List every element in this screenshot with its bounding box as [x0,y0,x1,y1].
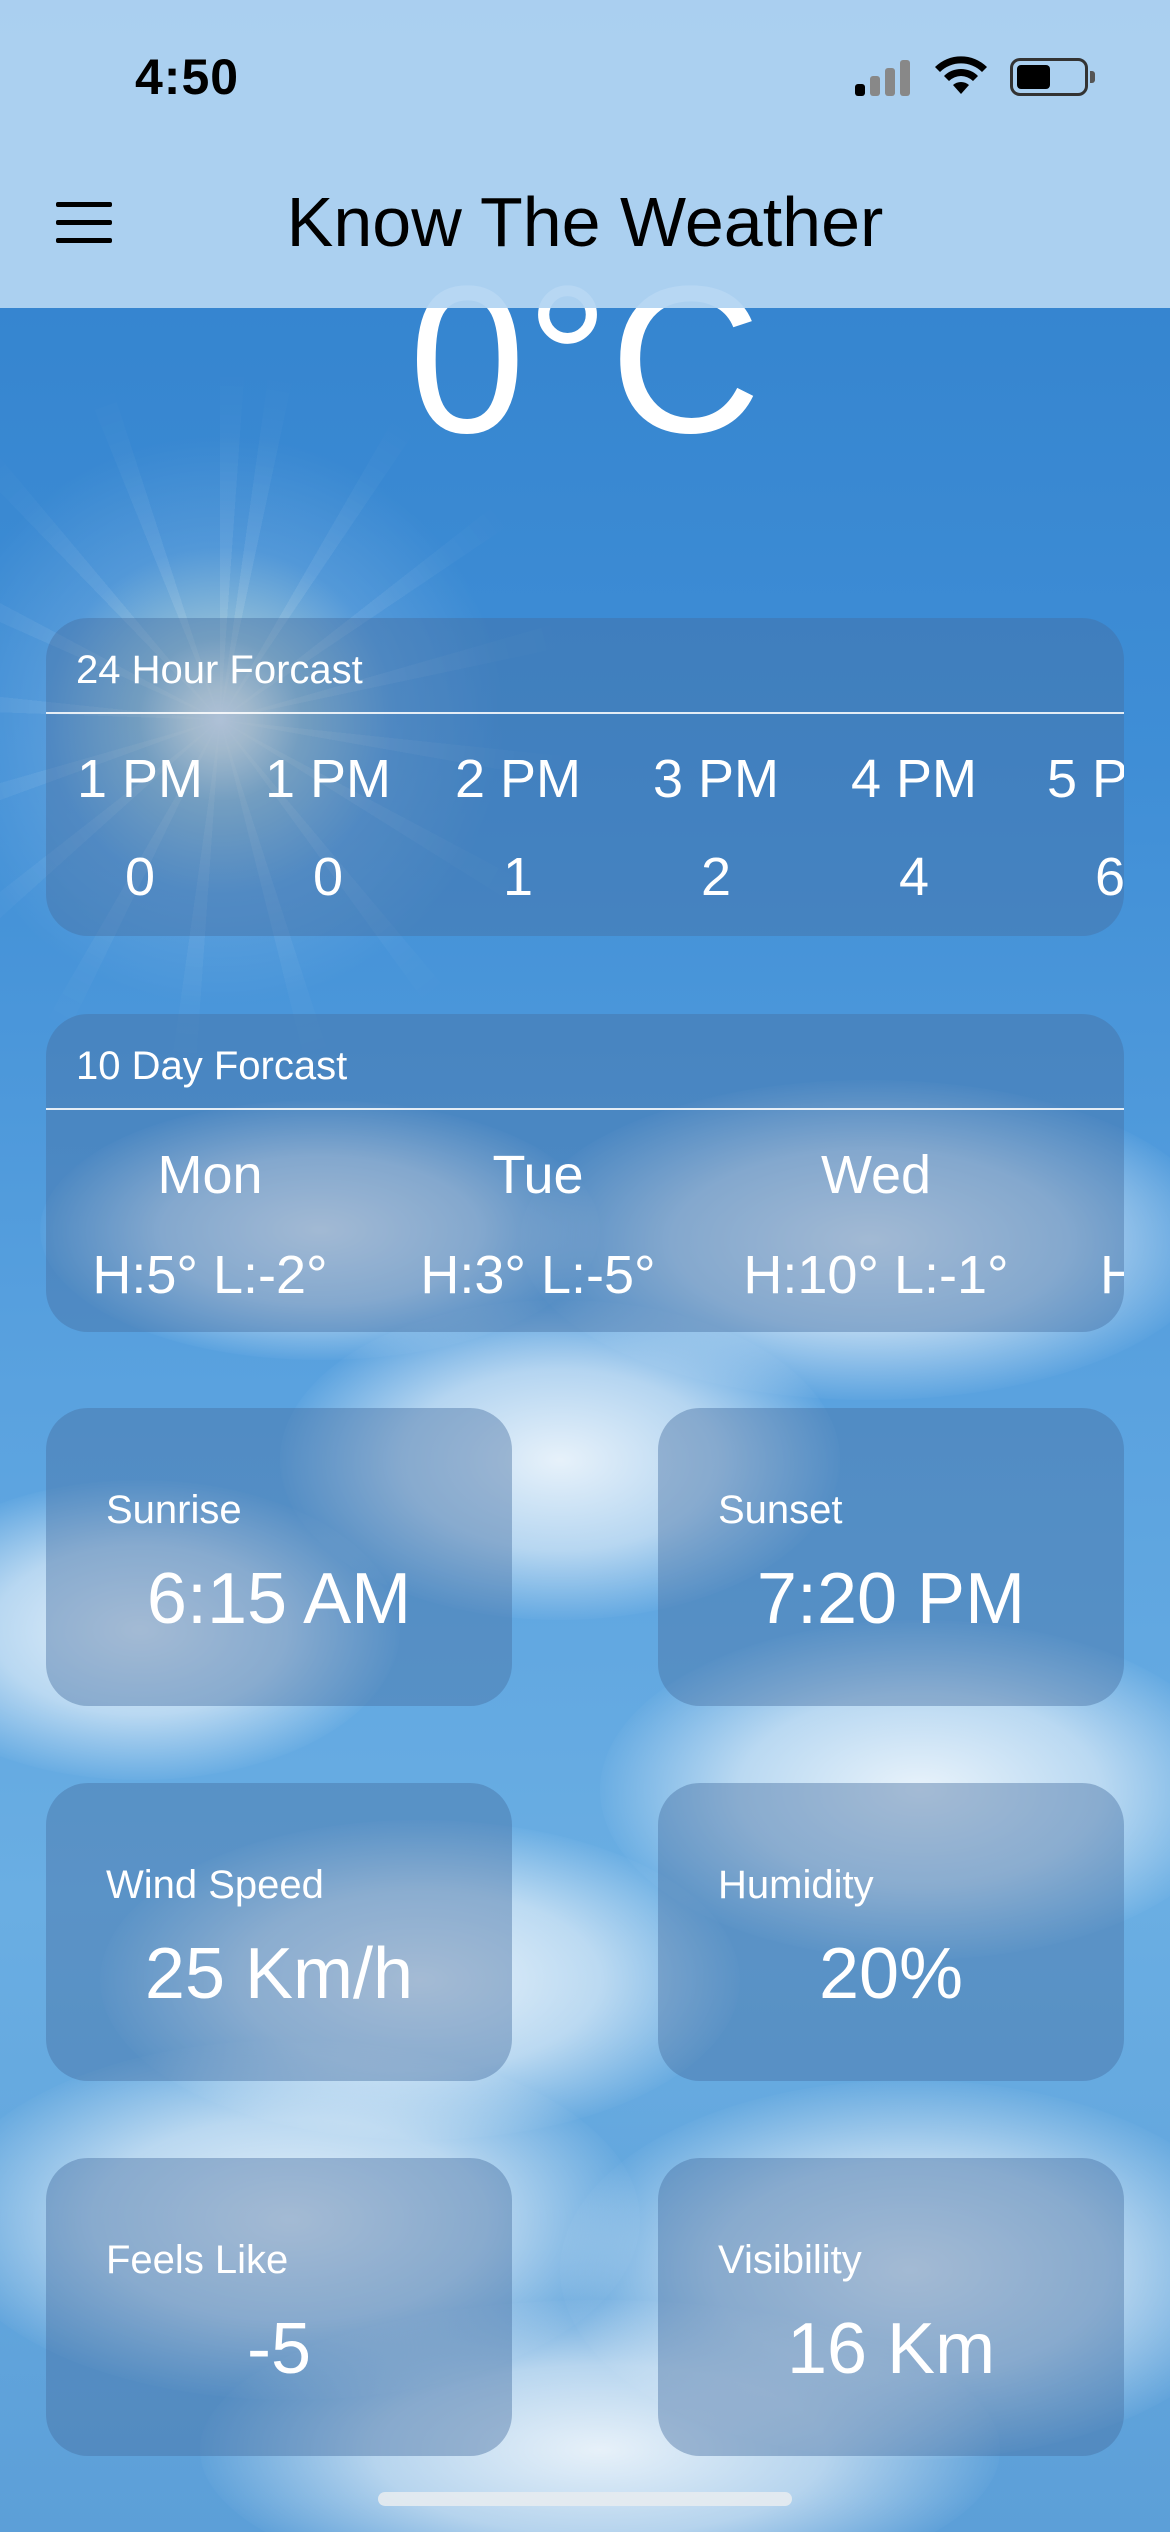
wind-speed-label: Wind Speed [106,1863,324,1907]
hourly-temp: 6 [1094,847,1124,907]
sunrise-card: Sunrise 6:15 AM [46,1408,512,1706]
status-time: 4:50 [135,49,240,105]
humidity-value: 20% [818,1934,964,2014]
hourly-time: 1 PM [76,749,204,809]
daily-day: Tue [492,1145,584,1205]
hourly-temp: 2 [700,847,732,907]
visibility-value: 16 Km [786,2309,996,2389]
daily-day: Wed [820,1145,932,1205]
wind-speed-card: Wind Speed 25 Km/h [46,1783,512,2081]
cellular-signal-icon [855,58,915,96]
sunrise-value: 6:15 AM [146,1559,412,1639]
daily-item: H [1100,1144,1124,1306]
divider [46,1108,1124,1110]
sunrise-label: Sunrise [106,1488,242,1532]
status-bar: 4:50 [0,0,1170,150]
hourly-time: 4 PM [850,749,978,809]
daily-range: H [1100,1245,1124,1305]
feels-like-card: Feels Like -5 [46,2158,512,2456]
hourly-item: 5 PM 6 [1047,748,1124,908]
wifi-icon [935,56,987,94]
sunset-label: Sunset [718,1488,843,1532]
hourly-forecast-title: 24 Hour Forcast [76,648,363,692]
wind-speed-value: 25 Km/h [144,1934,414,2014]
feels-like-value: -5 [246,2309,312,2389]
sunset-card: Sunset 7:20 PM [658,1408,1124,1706]
page-title: Know The Weather [286,183,884,261]
hourly-temp: 4 [898,847,930,907]
divider [46,712,1124,714]
daily-item: Wed H:10° L:-1° [743,1144,1008,1306]
visibility-label: Visibility [718,2238,862,2282]
humidity-label: Humidity [718,1863,874,1907]
hourly-item: 3 PM 2 [653,748,779,908]
hourly-item: 4 PM 4 [851,748,977,908]
hourly-item: 2 PM 1 [455,748,581,908]
hourly-temp: 0 [124,847,156,907]
hourly-temp: 1 [502,847,534,907]
hourly-temp: 0 [312,847,344,907]
humidity-card: Humidity 20% [658,1783,1124,2081]
battery-icon [1010,58,1095,96]
daily-forecast-title: 10 Day Forcast [76,1044,348,1088]
home-indicator[interactable] [378,2492,792,2506]
daily-item: Mon H:5° L:-2° [92,1144,327,1306]
daily-range: H:5° L:-2° [92,1245,328,1305]
daily-range: H:10° L:-1° [743,1245,1009,1305]
daily-forecast-card[interactable]: 10 Day Forcast Mon H:5° L:-2° Tue H:3° L… [46,1014,1124,1332]
visibility-card: Visibility 16 Km [658,2158,1124,2456]
sunset-value: 7:20 PM [756,1559,1026,1639]
feels-like-label: Feels Like [106,2238,289,2282]
hourly-time: 2 PM [454,749,582,809]
hourly-time: 1 PM [264,749,392,809]
daily-day: Mon [157,1145,263,1205]
hourly-time: 5 PM [1046,749,1124,809]
hourly-item: 1 PM 0 [77,748,203,908]
hourly-item: 1 PM 0 [265,748,391,908]
daily-item: Tue H:3° L:-5° [420,1144,655,1306]
hourly-forecast-card[interactable]: 24 Hour Forcast 1 PM 0 1 PM 0 2 PM 1 3 P… [46,618,1124,936]
daily-range: H:3° L:-5° [420,1245,656,1305]
daily-day [1100,1144,1124,1206]
battery-level [1017,65,1050,89]
hourly-time: 3 PM [652,749,780,809]
